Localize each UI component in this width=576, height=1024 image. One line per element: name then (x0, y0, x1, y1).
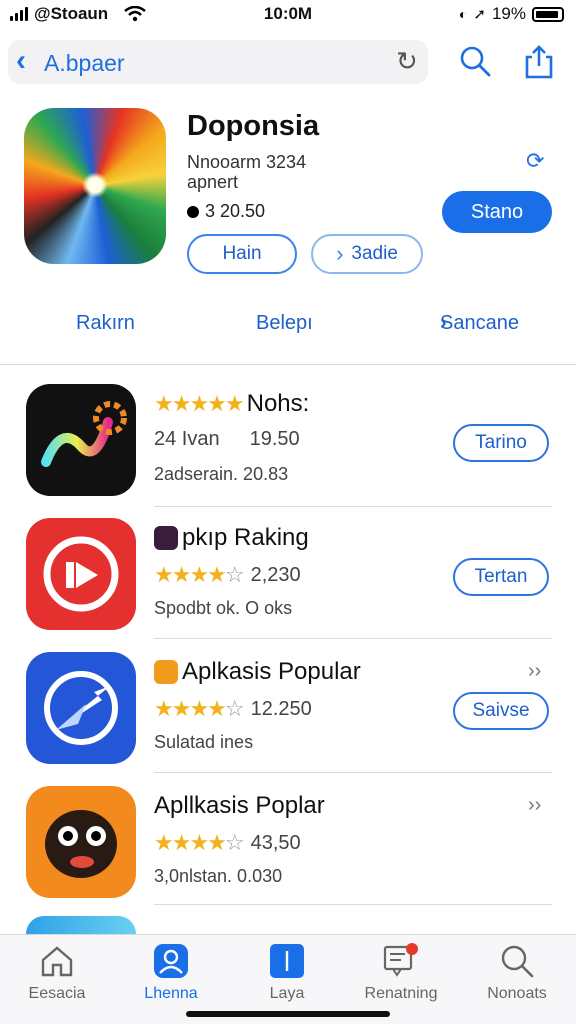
row-divider (154, 904, 552, 905)
back-label[interactable]: A.bpaer (44, 50, 125, 77)
music-note-icon (41, 401, 127, 467)
meta-right: 2,230 (250, 563, 301, 586)
list-item[interactable]: Aplkasis Popular ★★★★☆ 12.250 Sulatad in… (0, 652, 576, 780)
battery-icon (532, 6, 564, 22)
app-description: Spodbt ok. O oks (154, 598, 293, 618)
status-right: ◐ ➚ 19% (459, 4, 564, 24)
double-chevron-icon[interactable]: ›› (528, 660, 541, 683)
row-divider (154, 506, 552, 507)
layers-icon (270, 944, 304, 978)
app-name-label: Apllkasis Poplar (154, 792, 325, 819)
tab-label: Nonoats (487, 985, 547, 1002)
navigation-bar: ‹ A.bpaer ↻ (0, 40, 576, 86)
app-hero: Doponsia Nnooarm 3234 apnert 3 20.50 ⟳ S… (0, 108, 576, 278)
tab-label: Renatning (364, 985, 438, 1002)
get-button[interactable]: Tertan (453, 558, 549, 596)
address-field[interactable]: ‹ A.bpaer ↻ (8, 40, 428, 84)
location-icon: ➚ (473, 6, 486, 23)
list-item[interactable]: pkıp Raking ★★★★☆ 2,230 Spodbt ok. O oks… (0, 518, 576, 646)
row-divider (154, 772, 552, 773)
tab-home[interactable]: Eesacia (2, 941, 112, 1003)
app-icon[interactable] (24, 108, 166, 264)
chevron-right-icon: › (440, 312, 447, 334)
meta-right: 19.50 (249, 428, 300, 450)
app-title: Doponsia (187, 110, 320, 142)
app-meta: 24 Ivan 19.50 (154, 428, 300, 451)
monster-face-icon (45, 810, 117, 878)
row-divider (154, 638, 552, 639)
battery-percent: 19% (491, 4, 526, 23)
price-row: 3 20.50 (187, 201, 265, 222)
app-name: ★★★★★ Nohs: (154, 390, 309, 418)
play-icon (43, 536, 119, 612)
segment-ranking[interactable]: Rakırn (76, 312, 135, 335)
double-chevron-icon[interactable]: ›› (528, 794, 541, 817)
tab-person[interactable]: Lhenna (116, 941, 226, 1003)
segment-links: Rakırn Belepı Sancane › (0, 312, 576, 342)
app-name: Aplkasis Popular (154, 658, 361, 686)
person-icon (154, 944, 188, 978)
app-description: 2adserain. 20.83 (154, 464, 289, 484)
app-name-label: Nohs: (246, 390, 310, 417)
rating-stars: ★★★★☆ (154, 696, 245, 721)
share-icon[interactable] (522, 44, 556, 80)
app-name-label: pkıp Raking (182, 524, 309, 551)
reload-icon[interactable]: ↻ (396, 46, 418, 77)
radie-button[interactable]: › 3adie (311, 234, 423, 274)
app-name-label: Aplkasis Popular (182, 658, 361, 685)
section-divider (0, 364, 576, 365)
list-item[interactable]: Apllkasis Poplar ★★★★☆ 43,50 3,0nlstan. … (0, 786, 576, 914)
rating-stars: ★★★★★ (154, 391, 245, 416)
app-subtitle: Nnooarm 3234 (187, 152, 307, 172)
segment-right-label: Sancane (440, 312, 519, 334)
search-icon (501, 945, 534, 978)
search-icon[interactable] (458, 44, 492, 78)
app-subtitle-secondary: apnert (187, 172, 239, 192)
app-icon[interactable] (26, 786, 136, 898)
chevron-right-icon: › (336, 241, 344, 266)
app-icon[interactable] (26, 518, 136, 630)
app-description: 3,0nlstan. 0.030 (154, 866, 283, 886)
hain-label: Hain (222, 243, 262, 264)
list-item-partial[interactable] (26, 916, 136, 934)
home-indicator[interactable] (186, 1011, 390, 1017)
back-chevron-icon[interactable]: ‹ (16, 44, 26, 78)
app-meta: ★★★★☆ 43,50 (154, 830, 301, 856)
app-icon[interactable] (26, 384, 136, 496)
meta-right: 43,50 (250, 831, 301, 854)
send-arrow-icon (44, 671, 118, 745)
price-value: 3 20.50 (205, 201, 266, 221)
rating-stars: ★★★★☆ (154, 830, 245, 855)
tab-label: Lhenna (144, 985, 198, 1002)
notification-icon (383, 943, 418, 977)
meta-right: 12.250 (250, 697, 312, 720)
status-bar: @Stoaun 10:0M ◐ ➚ 19% (0, 0, 576, 30)
app-icon[interactable] (26, 652, 136, 764)
app-name: pkıp Raking (154, 524, 309, 552)
hain-button[interactable]: Hain (187, 234, 297, 274)
tab-label: Eesacia (28, 985, 86, 1002)
app-badge-icon (154, 660, 178, 684)
home-icon (41, 946, 73, 977)
tab-layers[interactable]: Laya (232, 941, 342, 1003)
app-description: Sulatad ines (154, 732, 254, 752)
get-button[interactable]: Tarino (453, 424, 549, 462)
meta-left: 24 Ivan (154, 428, 220, 450)
price-dot-icon (187, 205, 199, 218)
app-name: Apllkasis Poplar (154, 792, 325, 820)
sync-icon[interactable]: ⟳ (526, 148, 544, 174)
tab-search[interactable]: Nonoats (462, 941, 572, 1003)
radie-label: 3adie (351, 243, 398, 264)
get-button[interactable]: Stano (442, 191, 552, 233)
list-item[interactable]: ★★★★★ Nohs: 24 Ivan 19.50 2adserain. 20.… (0, 384, 576, 512)
tab-label: Laya (269, 985, 305, 1002)
segment-center[interactable]: Belepı (256, 312, 313, 335)
lock-rotation-icon: ◐ (458, 6, 468, 22)
app-badge-icon (154, 526, 178, 550)
app-meta: ★★★★☆ 2,230 (154, 562, 301, 588)
rating-stars: ★★★★☆ (154, 562, 245, 587)
tab-notifications[interactable]: Renatning (346, 941, 456, 1003)
get-button[interactable]: Saivse (453, 692, 549, 730)
app-meta: ★★★★☆ 12.250 (154, 696, 312, 722)
